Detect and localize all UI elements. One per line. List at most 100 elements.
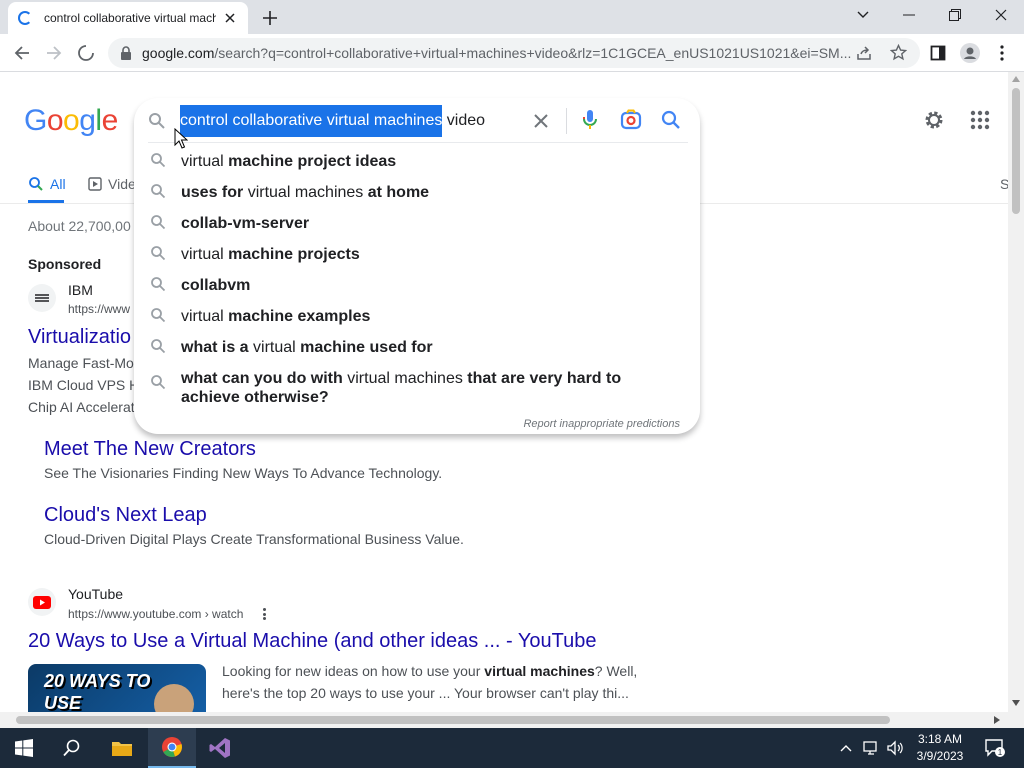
clock-date: 3/9/2023	[916, 749, 964, 763]
autocomplete-suggestion[interactable]: what can you do with virtual machines th…	[134, 363, 700, 406]
google-logo[interactable]: Google	[24, 104, 118, 138]
back-icon[interactable]	[10, 41, 34, 65]
chrome-taskbar-icon[interactable]	[148, 728, 196, 768]
sitelink-title[interactable]: Cloud's Next Leap	[44, 504, 207, 527]
mouse-cursor-icon	[174, 128, 188, 149]
autocomplete-suggestion[interactable]: what is a virtual machine used for	[134, 332, 700, 363]
scroll-right-icon[interactable]	[994, 716, 1000, 724]
scroll-down-icon[interactable]	[1012, 700, 1020, 706]
suggestion-text: collab-vm-server	[181, 215, 310, 232]
query-text: video	[442, 112, 486, 129]
show-hidden-icons-chevron-icon[interactable]	[836, 728, 856, 768]
ad-title-link[interactable]: Virtualizatio	[28, 326, 131, 349]
notification-count: 1	[998, 748, 1003, 757]
horizontal-scrollbar[interactable]	[0, 712, 1024, 728]
side-panel-icon[interactable]	[926, 41, 950, 65]
taskbar-clock[interactable]: 3:18 AM 3/9/2023	[908, 731, 972, 765]
windows-start-icon[interactable]	[0, 728, 48, 768]
tab-videos[interactable]: Vide	[88, 172, 136, 196]
minimize-icon[interactable]	[886, 0, 932, 30]
autocomplete-suggestion[interactable]: virtual machine examples	[134, 301, 700, 332]
active-tab-indicator	[28, 200, 64, 203]
suggestion-text: what is a virtual machine used for	[181, 339, 433, 356]
google-apps-icon[interactable]	[968, 108, 992, 137]
suggestion-text: collabvm	[181, 277, 251, 294]
bookmark-star-icon[interactable]	[889, 43, 908, 66]
clear-search-icon[interactable]	[530, 110, 552, 132]
url-text: google.com/search?q=control+collaborativ…	[142, 45, 852, 61]
tab-title: control collaborative virtual machines v…	[44, 11, 216, 25]
vertical-scrollbar[interactable]	[1008, 72, 1024, 712]
search-input[interactable]: control collaborative virtual machines v…	[180, 98, 485, 144]
autocomplete-suggestion[interactable]: collab-vm-server	[134, 208, 700, 239]
browser-tab[interactable]: control collaborative virtual machines v…	[8, 2, 248, 34]
loading-spinner-icon	[18, 11, 32, 25]
forward-icon[interactable]	[42, 41, 66, 65]
sitelink-description: Cloud-Driven Digital Plays Create Transf…	[44, 531, 464, 547]
microphone-icon[interactable]	[580, 108, 600, 137]
autocomplete-suggestion[interactable]: uses for virtual machines at home	[134, 177, 700, 208]
new-tab-icon[interactable]	[260, 8, 280, 28]
restore-icon[interactable]	[932, 0, 978, 30]
taskbar-search-icon[interactable]	[48, 728, 96, 768]
search-suggestion-icon	[151, 339, 166, 354]
search-suggestion-icon	[151, 215, 166, 230]
visual-studio-icon[interactable]	[196, 728, 244, 768]
results-stats: About 22,700,00	[28, 218, 131, 234]
video-thumbnail[interactable]: 20 WAYS TO USE	[28, 664, 206, 712]
clock-time: 3:18 AM	[917, 732, 963, 746]
scroll-up-icon[interactable]	[1012, 76, 1020, 82]
ad-site-name: IBM	[68, 282, 93, 298]
notifications-icon[interactable]: 1	[980, 728, 1010, 768]
profile-avatar-icon[interactable]	[958, 41, 982, 65]
search-suggestion-icon	[151, 153, 166, 168]
ad-description-line: IBM Cloud VPS H	[28, 377, 140, 393]
lock-icon[interactable]	[120, 46, 132, 65]
settings-gear-icon[interactable]	[922, 108, 946, 137]
tab-close-icon[interactable]	[222, 10, 238, 26]
autocomplete-dropdown: virtual machine project ideas uses for vi…	[134, 98, 700, 434]
tab-all[interactable]: All	[28, 172, 66, 196]
share-icon[interactable]	[856, 45, 872, 66]
file-explorer-icon[interactable]	[98, 728, 146, 768]
tab-search-chevron-icon[interactable]	[840, 0, 886, 30]
autocomplete-suggestion[interactable]: virtual machine project ideas	[134, 146, 700, 177]
selected-query-text: control collaborative virtual machines	[180, 105, 443, 137]
sponsored-label: Sponsored	[28, 256, 102, 272]
search-box[interactable]: control collaborative virtual machines v…	[134, 98, 700, 144]
stop-loading-icon[interactable]	[74, 41, 98, 65]
suggestion-text: virtual machine projects	[181, 246, 360, 263]
result-more-options-icon[interactable]	[258, 606, 270, 622]
browser-toolbar: google.com/search?q=control+collaborativ…	[0, 34, 1024, 72]
youtube-result-title-link[interactable]: 20 Ways to Use a Virtual Machine (and ot…	[28, 630, 596, 653]
search-suggestion-icon	[151, 375, 166, 390]
tab-more[interactable]: S	[1000, 172, 1008, 196]
autocomplete-suggestion[interactable]: virtual machine projects	[134, 239, 700, 270]
report-predictions-link[interactable]: Report inappropriate predictions	[523, 418, 680, 430]
sitelink-title[interactable]: Meet The New Creators	[44, 438, 256, 461]
suggestion-text: uses for virtual machines at home	[181, 184, 430, 201]
browser-menu-icon[interactable]	[990, 41, 1014, 65]
youtube-favicon	[28, 588, 56, 616]
search-submit-icon[interactable]	[660, 108, 682, 137]
network-icon[interactable]	[860, 728, 882, 768]
vertical-scroll-thumb[interactable]	[1012, 88, 1020, 214]
search-suggestion-icon	[151, 246, 166, 261]
thumbnail-person	[154, 684, 194, 712]
ad-description-line: Chip AI Accelerat	[28, 399, 135, 415]
ibm-favicon	[28, 284, 56, 312]
autocomplete-suggestion[interactable]: collabvm	[134, 270, 700, 301]
youtube-site-name: YouTube	[68, 586, 124, 602]
address-bar[interactable]: google.com/search?q=control+collaborativ…	[108, 38, 920, 68]
suggestion-text: what can you do with virtual machines th…	[181, 370, 622, 406]
horizontal-scroll-thumb[interactable]	[16, 716, 890, 724]
search-box-divider	[566, 108, 567, 134]
suggestion-text: virtual machine examples	[181, 308, 371, 325]
google-lens-camera-icon[interactable]	[620, 108, 642, 137]
volume-icon[interactable]	[884, 728, 906, 768]
search-suggestion-icon	[151, 277, 166, 292]
windows-taskbar: 3:18 AM 3/9/2023 1	[0, 728, 1024, 768]
close-window-icon[interactable]	[978, 0, 1024, 30]
thumbnail-text: 20 WAYS TO USE	[44, 671, 151, 712]
youtube-url: https://www.youtube.com › watch	[68, 607, 244, 621]
